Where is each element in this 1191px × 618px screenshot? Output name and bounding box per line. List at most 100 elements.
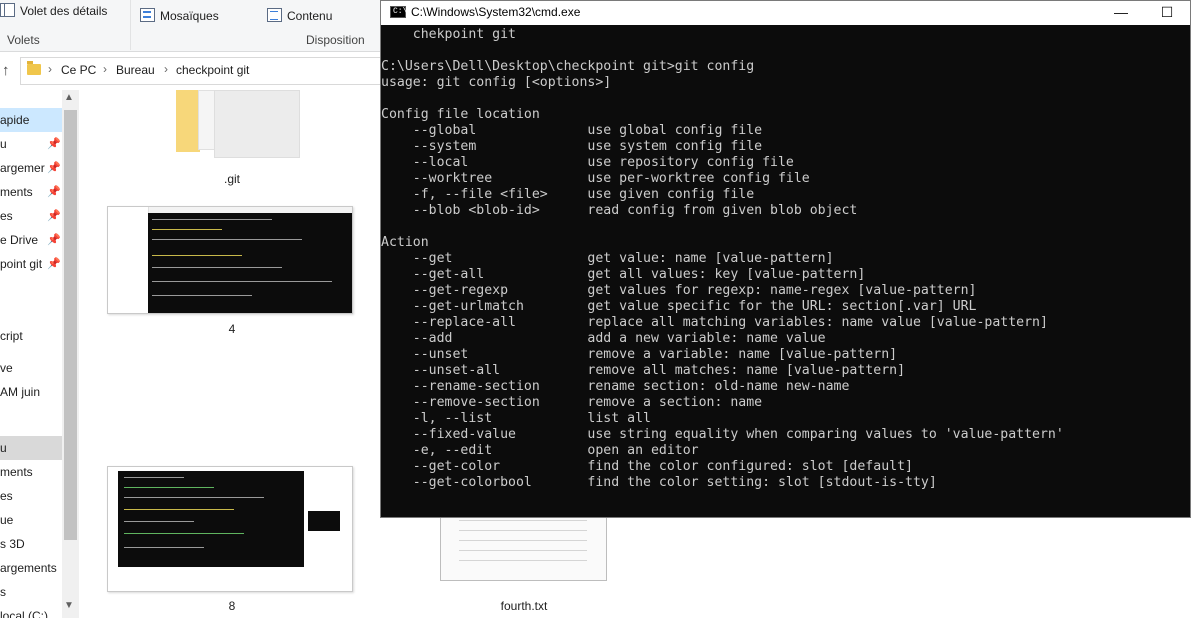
console-line: --add add a new variable: name value [381,331,826,346]
nav-scrollbar-thumb[interactable] [64,110,77,540]
thumbnail-text-line [152,281,332,282]
nav-item-label: ve [0,361,13,375]
folder-document [214,90,300,158]
thumbnail-text-line [152,267,282,268]
console-line: --remove-section remove a section: name [381,395,763,410]
nav-item[interactable]: u [0,436,62,460]
thumbnail-text-line [124,521,194,522]
minimize-button[interactable]: — [1098,1,1144,25]
maximize-button[interactable]: ☐ [1144,1,1190,25]
doc-line [459,550,587,551]
console-line: -e, --edit open an editor [381,443,699,458]
nav-item-label: ments [0,185,33,199]
thumbnail-text-line [152,239,302,240]
file-name-4[interactable]: 4 [212,322,252,336]
console-line: --blob <blob-id> read config from given … [381,203,858,218]
thumbnail-text-line [124,477,184,478]
doc-line [459,540,587,541]
chevron-right-icon: › [48,62,52,76]
thumbnail-text-line [124,497,264,498]
console-line: C:\Users\Dell\Desktop\checkpoint git>git… [381,59,755,74]
nav-item[interactable]: local (C:) [0,604,62,618]
address-bar[interactable]: › Ce PC › Bureau › checkpoint git [20,57,382,85]
thumbnail-text-line [124,533,244,534]
nav-item[interactable]: ments 📌 [0,180,62,204]
nav-item-label: ue [0,513,14,527]
thumbnail-text-line [152,219,272,220]
nav-item[interactable]: ve [0,356,62,380]
thumbnail-terminal [308,511,340,531]
thumbnail-text-line [124,509,234,510]
console-line: --unset remove a variable: name [value-p… [381,347,898,362]
breadcrumb-checkpoint-git[interactable]: checkpoint git [176,63,249,77]
nav-item[interactable]: e Drive 📌 [0,228,62,252]
thumbnail-sidebar [108,207,149,313]
nav-item-label: ments [0,465,33,479]
nav-item-label: apide [0,113,30,127]
cmd-window[interactable]: C:\ C:\Windows\System32\cmd.exe — ☐ chek… [380,0,1191,518]
nav-item-label: argemer [0,161,45,175]
image-thumbnail-8[interactable] [107,466,353,592]
pin-icon: 📌 [47,186,61,198]
nav-item-label: e Drive [0,233,39,247]
breadcrumb-bureau[interactable]: Bureau [116,63,155,77]
git-folder-icon[interactable] [150,90,310,160]
nav-item[interactable]: cript [0,324,62,348]
breadcrumb-ce-pc[interactable]: Ce PC [61,63,96,77]
thumbnail-terminal [148,213,352,313]
tiles-icon [140,8,155,22]
image-thumbnail-4[interactable] [107,206,353,314]
console-line: --global use global config file [381,123,763,138]
nav-item-label: es [0,489,13,503]
nav-item[interactable]: AM juin [0,380,62,404]
panes-group-label: Volets [7,33,40,47]
console-line: --get-regexp get values for regexp: name… [381,283,977,298]
nav-item[interactable]: s 3D [0,532,62,556]
nav-item-label: s 3D [0,537,25,551]
nav-item[interactable]: s [0,580,62,604]
console-line: --rename-section rename section: old-nam… [381,379,850,394]
nav-item[interactable]: point git 📌 [0,252,62,276]
nav-item[interactable]: es [0,484,62,508]
console-line: --local use repository config file [381,155,794,170]
cmd-title-bar[interactable]: C:\ C:\Windows\System32\cmd.exe — ☐ [381,1,1190,25]
layout-group-label: Disposition [306,33,365,47]
nav-item-label: cript [0,329,23,343]
nav-item[interactable]: argements [0,556,62,580]
chevron-right-icon: › [103,62,107,76]
nav-item-label: local (C:) [0,609,49,618]
chevron-right-icon: › [164,62,168,76]
nav-item[interactable]: ue [0,508,62,532]
details-pane-label: Volet des détails [20,4,108,18]
pin-icon: 📌 [47,210,61,222]
chevron-up-icon[interactable]: ▲ [64,92,74,103]
thumbnail-text-line [152,295,252,296]
chevron-down-icon[interactable]: ▼ [64,600,74,611]
pin-icon: 📌 [47,234,61,246]
up-arrow-icon[interactable]: ↑ [2,62,10,79]
cmd-app-icon: C:\ [390,6,407,18]
console-line: --worktree use per-worktree config file [381,171,810,186]
nav-item[interactable]: u 📌 [0,132,62,156]
nav-item-label: u [0,137,7,151]
pin-icon: 📌 [47,258,61,270]
doc-line [459,560,587,561]
console-line: -f, --file <file> use given config file [381,187,755,202]
console-line: -l, --list list all [381,411,651,426]
file-name-fourth-txt[interactable]: fourth.txt [470,599,578,613]
file-name-git[interactable]: .git [212,172,252,186]
nav-item[interactable]: ments [0,460,62,484]
details-pane-button[interactable]: Volet des détails [0,3,107,18]
nav-item-label: u [0,441,7,455]
content-view-button[interactable]: Contenu [267,8,332,23]
cmd-window-title: C:\Windows\System32\cmd.exe [411,5,581,19]
nav-item[interactable]: apide [0,108,62,132]
file-name-8[interactable]: 8 [212,599,252,613]
console-line: --fixed-value use string equality when c… [381,427,1064,442]
console-line: Action [381,235,429,250]
tiles-view-button[interactable]: Mosaïques [140,8,219,23]
console-line: usage: git config [<options>] [381,75,612,90]
nav-item[interactable]: argemer 📌 [0,156,62,180]
cmd-console-output[interactable]: chekpoint git C:\Users\Dell\Desktop\check… [381,25,1190,517]
nav-item[interactable]: es 📌 [0,204,62,228]
